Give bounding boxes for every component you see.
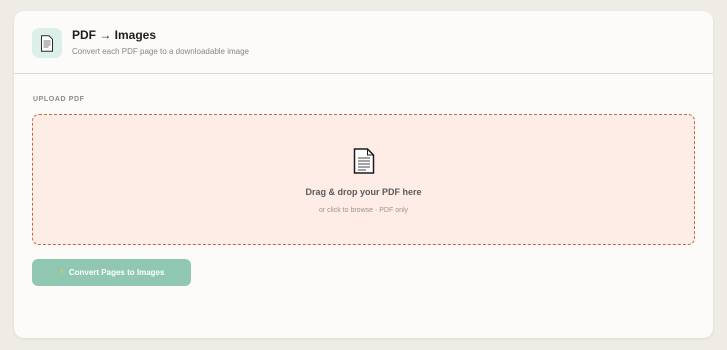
convert-button-label: Convert Pages to Images xyxy=(68,268,165,277)
document-icon xyxy=(353,148,375,174)
upload-section-label: UPLOAD PDF xyxy=(33,96,85,103)
converter-card: PDF → Images Convert each PDF page to a … xyxy=(14,11,713,338)
page-subtitle: Convert each PDF page to a downloadable … xyxy=(72,47,249,56)
dropzone-title: Drag & drop your PDF here xyxy=(305,187,422,197)
dropzone-subtitle: or click to browse · PDF only xyxy=(318,207,409,214)
pdf-dropzone[interactable]: Drag & drop your PDF here or click to br… xyxy=(32,114,695,245)
document-icon xyxy=(32,28,62,58)
page-title: PDF → Images xyxy=(72,28,157,42)
lightning-icon: ⚡ xyxy=(58,267,65,277)
card-header: PDF → Images Convert each PDF page to a … xyxy=(14,11,713,74)
convert-button[interactable]: ⚡ Convert Pages to Images xyxy=(32,259,191,286)
